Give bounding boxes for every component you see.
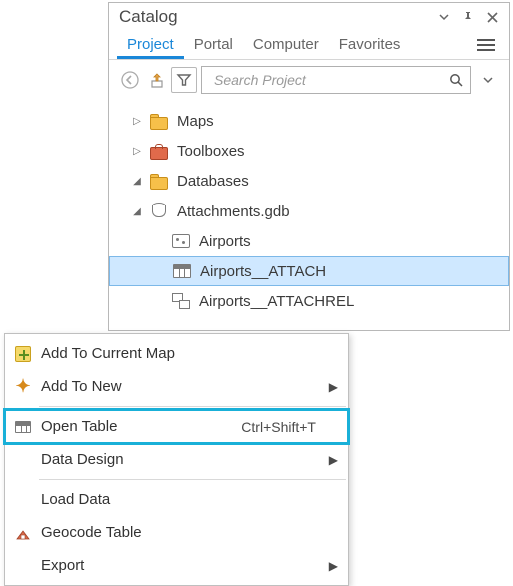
chevron-right-icon: ▶ [324, 453, 338, 467]
pane-title: Catalog [119, 7, 429, 27]
close-icon[interactable] [483, 8, 501, 26]
pane-titlebar: Catalog [109, 3, 509, 30]
tabs: Project Portal Computer Favorites [109, 30, 509, 60]
tab-project[interactable]: Project [117, 31, 184, 59]
tree-label: Airports__ATTACHREL [199, 293, 354, 310]
catalog-tree: ▷ Maps ▷ Toolboxes ◢ Databases ◢ Attachm… [109, 100, 509, 330]
context-menu: Add To Current Map ✦ Add To New ▶ Open T… [4, 333, 349, 586]
filter-button[interactable] [171, 67, 197, 93]
geodatabase-icon [149, 201, 169, 221]
search-input[interactable] [208, 72, 449, 88]
tab-computer[interactable]: Computer [243, 31, 329, 59]
tree-label: Toolboxes [177, 143, 245, 160]
shortcut-label: Ctrl+Shift+T [241, 419, 316, 435]
tree-label: Databases [177, 173, 249, 190]
tree-label: Airports [199, 233, 251, 250]
featureclass-icon [171, 231, 191, 251]
geocode-icon [11, 522, 35, 544]
chevron-right-icon: ▶ [324, 380, 338, 394]
tab-portal[interactable]: Portal [184, 31, 243, 59]
expand-icon[interactable]: ▷ [131, 145, 143, 157]
tree-item-gdb[interactable]: ◢ Attachments.gdb [109, 196, 509, 226]
tree-label: Airports__ATTACH [200, 263, 326, 280]
autohide-icon[interactable] [435, 8, 453, 26]
up-button[interactable] [147, 67, 167, 93]
menu-export[interactable]: Export ▶ [5, 549, 348, 582]
menu-data-design[interactable]: Data Design ▶ [5, 443, 348, 476]
back-button[interactable] [117, 67, 143, 93]
pin-icon[interactable] [459, 8, 477, 26]
tree-label: Attachments.gdb [177, 203, 290, 220]
expand-icon[interactable]: ▷ [131, 115, 143, 127]
tree-item-databases[interactable]: ◢ Databases [109, 166, 509, 196]
menu-add-to-new[interactable]: ✦ Add To New ▶ [5, 370, 348, 403]
relationship-icon [171, 291, 191, 311]
add-map-icon [11, 343, 35, 365]
menu-add-to-current-map[interactable]: Add To Current Map [5, 337, 348, 370]
menu-geocode-table[interactable]: Geocode Table [5, 516, 348, 549]
database-folder-icon [149, 171, 169, 191]
tree-item-attach-rel[interactable]: ▷ Airports__ATTACHREL [109, 286, 509, 316]
search-icon[interactable] [449, 73, 464, 88]
menu-icon[interactable] [477, 34, 499, 56]
tree-label: Maps [177, 113, 214, 130]
toolbar [109, 60, 509, 100]
menu-separator [39, 406, 346, 407]
toolbox-icon [149, 141, 169, 161]
search-box [201, 66, 471, 94]
folder-icon [149, 111, 169, 131]
tree-item-featureclass[interactable]: ▷ Airports [109, 226, 509, 256]
catalog-pane: Catalog Project Portal Computer Favorite… [108, 2, 510, 331]
tree-item-maps[interactable]: ▷ Maps [109, 106, 509, 136]
tree-item-toolboxes[interactable]: ▷ Toolboxes [109, 136, 509, 166]
table-icon [172, 261, 192, 281]
open-table-icon [11, 416, 35, 438]
menu-separator [39, 479, 346, 480]
collapse-icon[interactable]: ◢ [131, 175, 143, 187]
menu-open-table[interactable]: Open Table Ctrl+Shift+T [5, 410, 348, 443]
menu-load-data[interactable]: Load Data [5, 483, 348, 516]
search-dropdown[interactable] [475, 67, 501, 93]
tab-favorites[interactable]: Favorites [329, 31, 411, 59]
chevron-right-icon: ▶ [324, 559, 338, 573]
add-new-icon: ✦ [11, 376, 35, 398]
tree-item-attach-table[interactable]: ▷ Airports__ATTACH [109, 256, 509, 286]
collapse-icon[interactable]: ◢ [131, 205, 143, 217]
